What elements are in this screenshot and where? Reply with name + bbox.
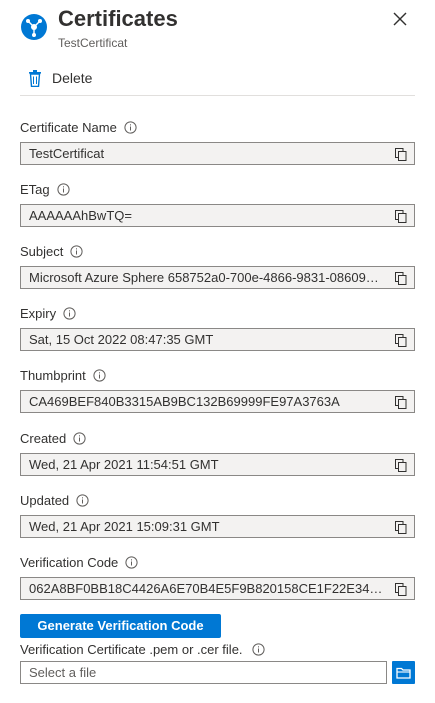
copy-icon[interactable] [395,583,407,596]
copy-icon[interactable] [395,334,407,347]
info-icon[interactable] [124,120,137,134]
copy-icon[interactable] [395,272,407,285]
field-updated: Updated Wed, 21 Apr 2021 15:09:31 GMT [20,491,415,538]
close-icon[interactable] [391,10,409,28]
readonly-field[interactable]: Wed, 21 Apr 2021 15:09:31 GMT [20,515,415,538]
info-icon[interactable] [125,555,138,569]
field-value: CA469BEF840B3315AB9BC132B69999FE97A3763A [29,394,340,409]
field-label: Thumbprint [20,367,86,383]
field-value: Wed, 21 Apr 2021 15:09:31 GMT [29,519,220,534]
generate-verification-code-button[interactable]: Generate Verification Code [20,614,221,638]
info-icon[interactable] [93,368,106,382]
field-label: Certificate Name [20,119,117,135]
browse-button[interactable] [392,661,415,684]
readonly-field[interactable]: Microsoft Azure Sphere 658752a0-700e-486… [20,266,415,289]
field-expiry: Expiry Sat, 15 Oct 2022 08:47:35 GMT [20,304,415,351]
page-title: Certificates [58,6,178,31]
delete-button[interactable]: Delete [28,67,92,89]
command-bar: Delete [20,64,415,96]
upload-label-text: Verification Certificate .pem or .cer fi… [20,641,243,657]
field-etag: ETag AAAAAAhBwTQ= [20,180,415,227]
copy-icon[interactable] [395,459,407,472]
field-value: TestCertificat [29,146,105,161]
readonly-field[interactable]: 062A8BF0BB18C4426A6E70B4E5F9B820158CE1F2… [20,577,415,600]
readonly-field[interactable]: CA469BEF840B3315AB9BC132B69999FE97A3763A [20,390,415,413]
readonly-field[interactable]: Sat, 15 Oct 2022 08:47:35 GMT [20,328,415,351]
field-subject: Subject Microsoft Azure Sphere 658752a0-… [20,242,415,289]
field-value: Microsoft Azure Sphere 658752a0-700e-486… [29,270,395,285]
field-created: Created Wed, 21 Apr 2021 11:54:51 GMT [20,429,415,476]
field-value: Wed, 21 Apr 2021 11:54:51 GMT [29,457,219,472]
field-value: Sat, 15 Oct 2022 08:47:35 GMT [29,332,214,347]
copy-icon[interactable] [395,148,407,161]
info-icon[interactable] [63,306,76,320]
copy-icon[interactable] [395,396,407,409]
info-icon[interactable] [70,244,83,258]
upload-field-label: Verification Certificate .pem or .cer fi… [20,640,265,658]
field-label: Verification Code [20,554,119,570]
info-icon[interactable] [57,182,70,196]
field-verification-code: Verification Code 062A8BF0BB18C4426A6E70… [20,553,415,600]
field-label: ETag [20,181,50,197]
info-icon[interactable] [73,431,86,445]
readonly-field[interactable]: TestCertificat [20,142,415,165]
folder-icon [396,667,411,679]
iot-hub-icon [21,14,47,40]
field-label: Created [20,430,67,446]
delete-label: Delete [52,70,93,86]
field-label: Subject [20,243,64,259]
copy-icon[interactable] [395,521,407,534]
copy-icon[interactable] [395,210,407,223]
file-select-input[interactable] [20,661,387,684]
blade-header: Certificates TestCertificat [20,6,415,54]
field-label: Expiry [20,305,57,321]
field-value: AAAAAAhBwTQ= [29,208,132,223]
field-thumbprint: Thumbprint CA469BEF840B3315AB9BC132B6999… [20,366,415,413]
readonly-field[interactable]: AAAAAAhBwTQ= [20,204,415,227]
page-subtitle: TestCertificat [58,36,128,50]
field-certificate-name: Certificate Name TestCertificat [20,118,415,165]
field-value: 062A8BF0BB18C4426A6E70B4E5F9B820158CE1F2… [29,581,403,596]
info-icon[interactable] [76,493,89,507]
field-label: Updated [20,492,70,508]
readonly-field[interactable]: Wed, 21 Apr 2021 11:54:51 GMT [20,453,415,476]
info-icon[interactable] [251,642,265,656]
trash-icon [29,69,41,87]
